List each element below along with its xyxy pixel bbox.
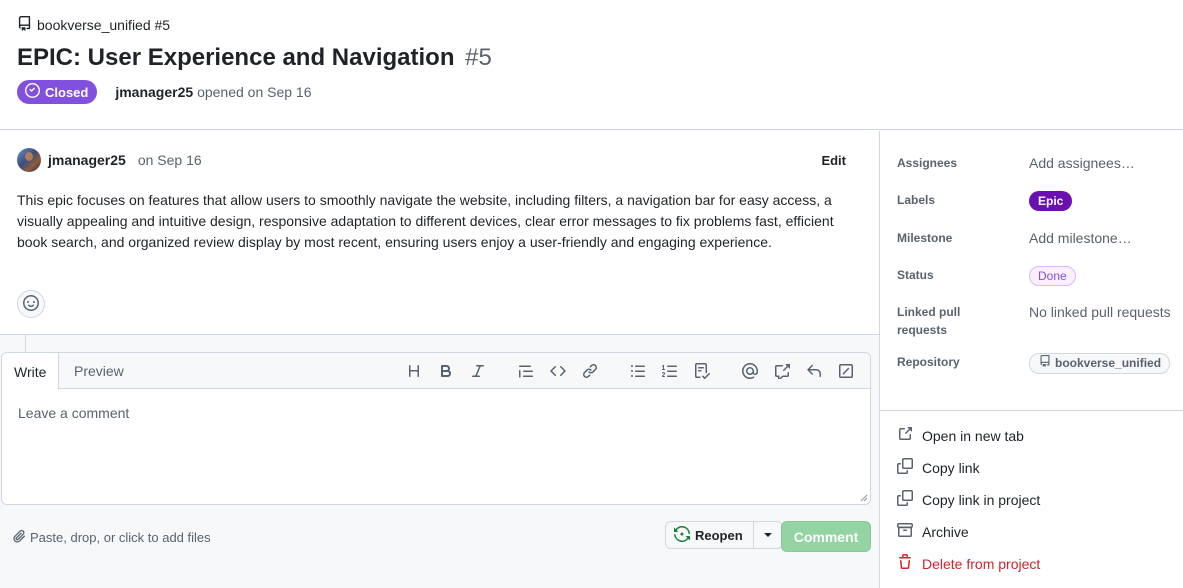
reopen-button[interactable]: Reopen (666, 522, 754, 548)
linked-prs-row: Linked pull requests No linked pull requ… (897, 303, 1171, 339)
issue-title: EPIC: User Experience and Navigation #5 (17, 44, 492, 72)
link-icon[interactable] (574, 357, 606, 385)
repository-name: bookverse_unified (1055, 356, 1162, 370)
linked-prs-label-line2: requests (897, 323, 948, 337)
issue-header: bookverse_unified #5 EPIC: User Experien… (0, 0, 1183, 130)
italic-icon[interactable] (462, 357, 494, 385)
bold-icon[interactable] (430, 357, 462, 385)
open-new-tab-action[interactable]: Open in new tab (897, 426, 1024, 445)
linked-prs-label-line1: Linked pull (897, 305, 961, 319)
issue-sidebar: Assignees Add assignees… Labels Epic Mil… (879, 131, 1183, 588)
attach-files-label: Paste, drop, or click to add files (30, 530, 211, 545)
attach-files[interactable]: Paste, drop, or click to add files (12, 529, 211, 546)
archive-label: Archive (922, 523, 969, 540)
assignees-label: Assignees (897, 156, 958, 170)
repository-label: Repository (897, 355, 960, 369)
archive-icon (896, 522, 914, 541)
tab-write[interactable]: Write (2, 353, 60, 390)
copy-link-action[interactable]: Copy link (897, 458, 980, 477)
sidebar-divider (880, 410, 1183, 411)
state-badge: Closed (17, 80, 98, 104)
delete-from-project-action[interactable]: Delete from project (897, 554, 1040, 573)
copy-icon (897, 490, 913, 509)
cross-reference-icon[interactable] (766, 357, 798, 385)
issue-number: #5 (465, 44, 492, 71)
linked-prs-label: Linked pull requests (897, 303, 1029, 339)
ordered-list-icon[interactable] (654, 357, 686, 385)
tab-preview[interactable]: Preview (62, 353, 136, 389)
add-assignees[interactable]: Add assignees… (1029, 154, 1135, 172)
repo-icon (17, 16, 32, 34)
comment-body: This epic focuses on features that allow… (17, 192, 834, 250)
opened-meta: jmanager25 opened on Sep 16 (115, 84, 311, 100)
code-icon[interactable] (542, 357, 574, 385)
assignees-row: Assignees Add assignees… (897, 154, 1135, 172)
add-milestone[interactable]: Add milestone… (1029, 229, 1132, 247)
editor-tabs: Write Preview (2, 353, 870, 390)
heading-icon[interactable] (398, 357, 430, 385)
unordered-list-icon[interactable] (622, 357, 654, 385)
comment-editor: Write Preview Leave a comment (1, 352, 871, 505)
saved-reply-icon[interactable] (798, 357, 830, 385)
labels-label: Labels (897, 193, 936, 207)
timeline-line (25, 335, 26, 352)
issue-title-text: EPIC: User Experience and Navigation (17, 44, 455, 71)
linked-prs-value[interactable]: No linked pull requests (1029, 303, 1171, 339)
comment-author[interactable]: jmanager25 (48, 152, 126, 168)
copy-link-in-project-label: Copy link in project (922, 491, 1041, 508)
reopen-button-group: Reopen (665, 521, 783, 549)
issue-state-row: Closed jmanager25 opened on Sep 16 (17, 80, 312, 104)
mention-icon[interactable] (734, 357, 766, 385)
reopen-options-button[interactable] (754, 522, 782, 548)
labels-row: Labels Epic (897, 191, 1073, 211)
issue-author-link[interactable]: jmanager25 (115, 84, 193, 100)
link-external-icon (897, 426, 913, 445)
state-badge-label: Closed (45, 84, 89, 100)
task-list-icon[interactable] (686, 357, 718, 385)
check-circle-icon (25, 83, 40, 101)
open-new-tab-label: Open in new tab (922, 427, 1024, 444)
markdown-toolbar (398, 353, 862, 389)
copy-link-in-project-action[interactable]: Copy link in project (897, 490, 1040, 509)
issue-main: jmanager25 on Sep 16 Edit This epic focu… (0, 131, 879, 588)
smiley-icon (23, 294, 39, 314)
archive-action[interactable]: Archive (896, 522, 969, 541)
add-reaction-button[interactable] (17, 290, 45, 318)
trash-icon (897, 554, 913, 573)
comment-button[interactable]: Comment (781, 521, 871, 552)
issue-reopened-icon (674, 525, 690, 545)
edit-button[interactable]: Edit (805, 151, 862, 170)
quote-icon[interactable] (510, 357, 542, 385)
resize-handle-icon[interactable] (860, 494, 868, 502)
comment-date[interactable]: on Sep 16 (138, 152, 202, 168)
status-label: Status (897, 268, 934, 282)
paperclip-icon (12, 529, 26, 546)
status-row: Status Done (897, 266, 1076, 286)
label-epic[interactable]: Epic (1029, 191, 1073, 211)
delete-from-project-label: Delete from project (922, 555, 1041, 572)
repository-pill[interactable]: bookverse_unified (1029, 353, 1171, 374)
triangle-down-icon (760, 526, 776, 545)
milestone-label: Milestone (897, 231, 953, 245)
comment-header: jmanager25 on Sep 16 Edit (17, 148, 862, 172)
comment-composer: Write Preview Leave a comment Paste, dro… (0, 334, 879, 588)
repository-row: Repository bookverse_unified (897, 353, 1171, 374)
repo-icon (1039, 355, 1051, 372)
status-badge[interactable]: Done (1029, 266, 1076, 286)
opened-text: opened on Sep 16 (197, 84, 312, 100)
repo-breadcrumb[interactable]: bookverse_unified #5 (17, 16, 170, 34)
comment-textarea[interactable]: Leave a comment (2, 390, 870, 504)
milestone-row: Milestone Add milestone… (897, 229, 1132, 247)
slash-command-icon[interactable] (830, 357, 862, 385)
avatar[interactable] (17, 148, 41, 172)
reopen-label: Reopen (695, 527, 743, 543)
copy-icon (897, 458, 913, 477)
repo-breadcrumb-label: bookverse_unified #5 (37, 17, 171, 33)
copy-link-label: Copy link (922, 459, 980, 476)
